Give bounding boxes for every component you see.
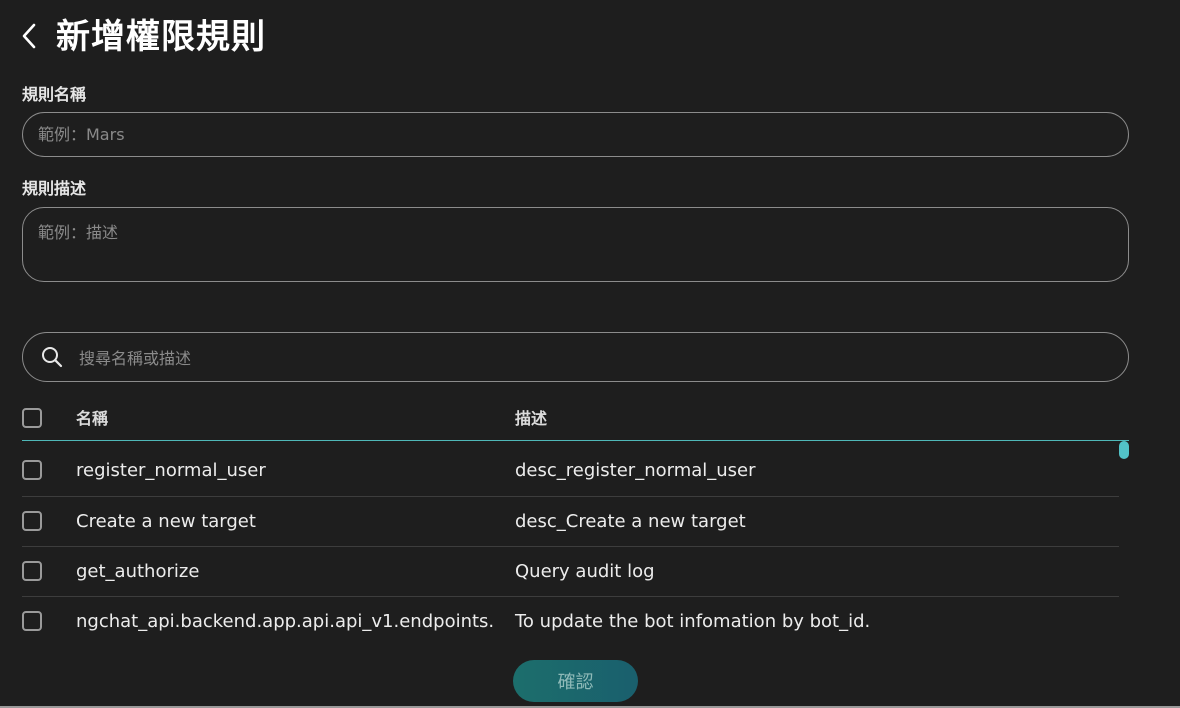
search-input[interactable]: [77, 341, 1111, 375]
rule-description-label: 規則描述: [22, 179, 87, 198]
row-checkbox[interactable]: [22, 611, 42, 631]
select-all-checkbox[interactable]: [22, 408, 42, 428]
row-name: get_authorize: [76, 561, 200, 582]
row-name: ngchat_api.backend.app.api.api_v1.endpoi…: [76, 611, 495, 632]
page-title: 新增權限規則: [56, 17, 266, 57]
page-header: 新增權限規則: [0, 0, 1180, 76]
table-row[interactable]: get_authorize Query audit log: [22, 546, 1119, 596]
row-description: desc_register_normal_user: [515, 460, 756, 481]
row-checkbox[interactable]: [22, 561, 42, 581]
rule-name-input[interactable]: [22, 112, 1129, 157]
column-header-name: 名稱: [76, 409, 109, 428]
back-button[interactable]: [14, 19, 44, 53]
table-header: 名稱 描述: [22, 396, 1129, 441]
chevron-left-icon: [22, 23, 36, 49]
search-box: [22, 332, 1129, 382]
add-permission-rule-page: 新增權限規則 規則名稱 規則描述 名稱 描述 register_normal_u…: [0, 0, 1180, 708]
search-icon: [42, 347, 63, 368]
row-checkbox[interactable]: [22, 460, 42, 480]
table-row[interactable]: register_normal_user desc_register_norma…: [22, 446, 1119, 496]
table-scrollbar[interactable]: [1119, 441, 1129, 459]
row-description: Query audit log: [515, 561, 655, 582]
row-checkbox[interactable]: [22, 511, 42, 531]
row-description: desc_Create a new target: [515, 511, 746, 532]
row-name: register_normal_user: [76, 460, 266, 481]
row-name: Create a new target: [76, 511, 256, 532]
confirm-button[interactable]: 確認: [513, 660, 638, 702]
rule-name-label: 規則名稱: [22, 85, 87, 104]
rule-description-input[interactable]: [22, 207, 1129, 282]
table-row[interactable]: Create a new target desc_Create a new ta…: [22, 496, 1119, 546]
table-row[interactable]: ngchat_api.backend.app.api.api_v1.endpoi…: [22, 596, 1119, 640]
column-header-description: 描述: [515, 409, 548, 428]
table-body[interactable]: register_normal_user desc_register_norma…: [22, 446, 1119, 640]
row-description: To update the bot infomation by bot_id.: [515, 611, 871, 632]
